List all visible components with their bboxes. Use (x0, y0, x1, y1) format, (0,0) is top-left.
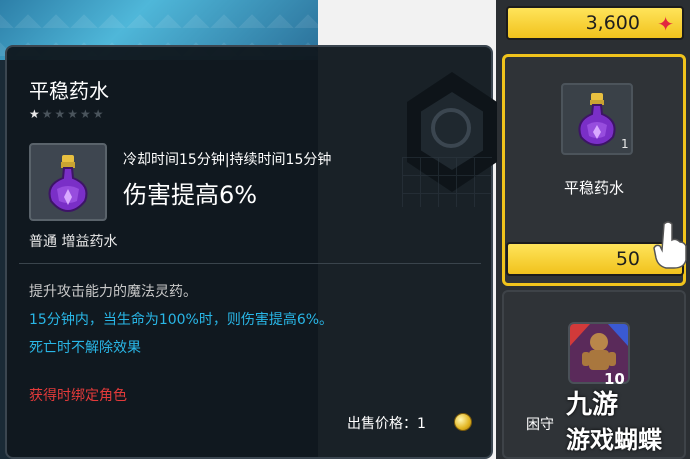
item-price-value: 50 (615, 248, 640, 270)
description-line: 提升攻击能力的魔法灵药。 (29, 284, 197, 300)
item-category: 普通 增益药水 (29, 234, 118, 250)
item-tooltip: 平稳药水 ★★★★★★ 冷却时间15分钟|持续时间15分钟 伤害提高6% 普通 … (5, 45, 497, 459)
coin-icon (454, 413, 472, 431)
pointer-hand-icon (653, 221, 687, 269)
shop-item-name: 困守 (526, 417, 554, 433)
rarity-stars: ★★★★★★ (29, 107, 106, 121)
divider (19, 263, 481, 264)
top-price-bar[interactable]: 3,600 ✦ (506, 6, 684, 40)
tile-decoration (402, 157, 492, 207)
potion-outline-icon (431, 108, 471, 148)
sell-price-label: 出售价格：1 (347, 416, 426, 432)
potion-icon (48, 155, 88, 213)
item-title: 平稳药水 (29, 79, 109, 103)
death-note: 死亡时不解除效果 (29, 340, 141, 356)
item-icon-frame (29, 143, 107, 221)
shop-item-name: 平稳药水 (563, 179, 624, 197)
star-currency-icon: ✦ (657, 12, 674, 36)
watermark-site-text: 游戏蝴蝶 (566, 426, 662, 454)
effect-description: 15分钟内，当生命为100%时，则伤害提高6%。 (29, 312, 334, 328)
cooldown-duration-text: 冷却时间15分钟|持续时间15分钟 (123, 152, 332, 168)
effect-text: 伤害提高6% (123, 181, 258, 209)
star-filled-icon: ★ (29, 107, 42, 121)
top-price-value: 3,600 (585, 12, 640, 34)
item-quantity: 1 (621, 137, 629, 151)
watermark-logo-text: 九游 (566, 390, 619, 420)
star-empty-icon: ★★★★★ (41, 107, 106, 121)
bind-on-pickup-note: 获得时绑定角色 (29, 388, 127, 404)
